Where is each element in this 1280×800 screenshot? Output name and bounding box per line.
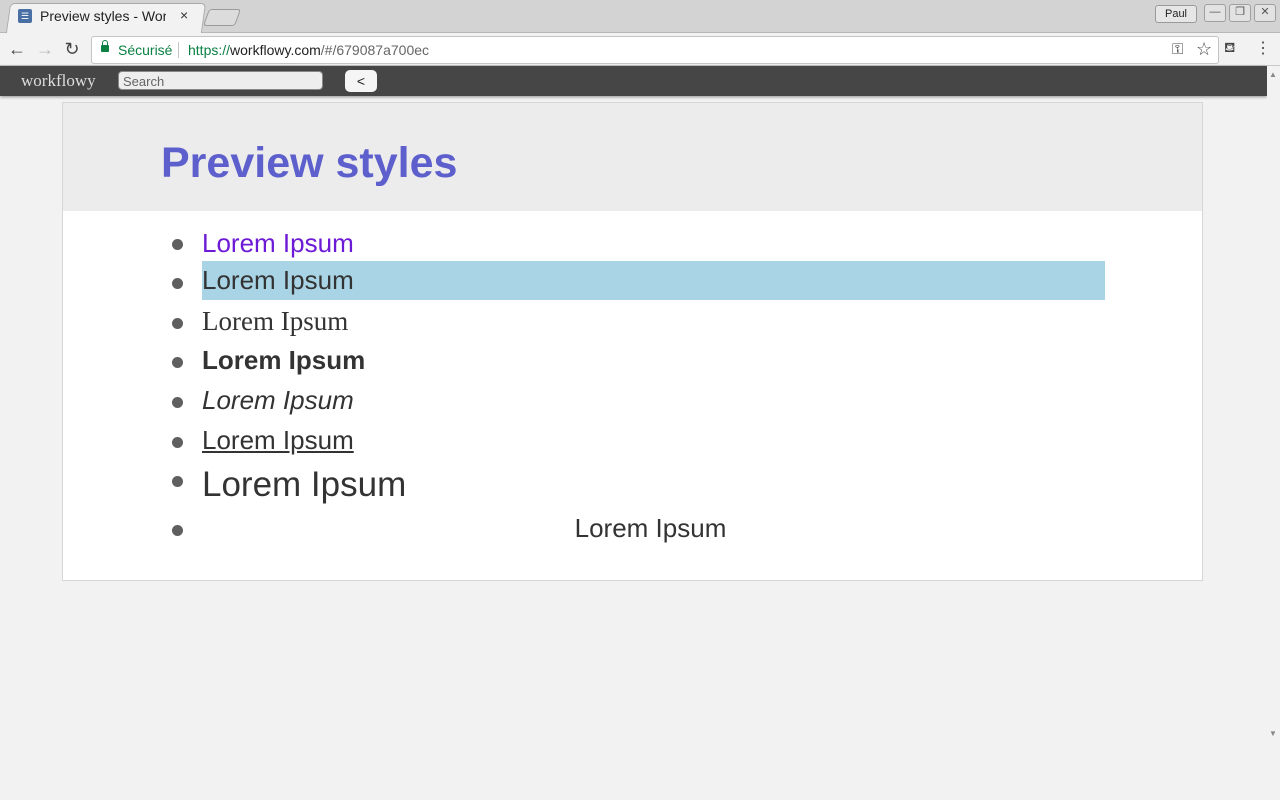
bullet-icon[interactable]	[172, 397, 183, 408]
address-bar[interactable]: Sécurisé https://workflowy.com/#/679087a…	[91, 36, 1219, 64]
workflowy-logo[interactable]: workflowy	[21, 71, 96, 91]
list-item[interactable]: Lorem Ipsum	[202, 465, 406, 505]
list-item[interactable]: Lorem Ipsum	[202, 261, 1105, 300]
list-item[interactable]: Lorem Ipsum	[202, 228, 354, 259]
list-item[interactable]: Lorem Ipsum	[202, 306, 348, 337]
list-item[interactable]: Lorem Ipsum	[202, 425, 354, 456]
bookmark-star-icon[interactable]: ☆	[1196, 39, 1212, 60]
user-profile-button[interactable]: Paul	[1155, 5, 1197, 23]
bullet-icon[interactable]	[172, 476, 183, 487]
bullet-icon[interactable]	[172, 437, 183, 448]
forward-arrow-icon[interactable]: →	[34, 38, 56, 60]
divider	[178, 42, 179, 58]
restore-button[interactable]: ❐	[1229, 4, 1251, 22]
new-tab-button[interactable]	[202, 9, 242, 26]
page-header: Preview styles	[63, 103, 1202, 211]
scrollbar[interactable]	[1267, 66, 1280, 740]
extension-icon[interactable]: ⛾	[1224, 39, 1235, 58]
scroll-up-icon[interactable]: ▲	[1269, 70, 1277, 79]
minimize-button[interactable]: —	[1204, 4, 1226, 22]
tab-content[interactable]: ☰ Preview styles - Workflowy	[18, 8, 166, 24]
app-header: workflowy Search <	[0, 66, 1267, 96]
bullet-icon[interactable]	[172, 357, 183, 368]
list-item[interactable]: Lorem Ipsum	[202, 385, 354, 416]
tab-title[interactable]: Preview styles - Workflowy	[40, 8, 166, 24]
secure-label: Sécurisé	[118, 42, 173, 58]
scroll-down-icon[interactable]: ▼	[1269, 729, 1277, 738]
bullet-icon[interactable]	[172, 318, 183, 329]
bullet-icon[interactable]	[172, 239, 183, 250]
page-title[interactable]: Preview styles	[161, 139, 457, 188]
close-window-button[interactable]: ✕	[1254, 4, 1276, 22]
url-scheme: https://	[188, 42, 231, 58]
reload-icon[interactable]: ↻	[61, 38, 83, 60]
list-item[interactable]: Lorem Ipsum	[202, 513, 1099, 544]
url-path: /#/679087a700ec	[320, 42, 430, 58]
back-arrow-icon[interactable]: ←	[6, 38, 28, 60]
bullet-icon[interactable]	[172, 525, 183, 536]
workflowy-favicon-icon: ☰	[18, 9, 32, 23]
url-host: workflowy.com	[230, 42, 321, 58]
list-item[interactable]: Lorem Ipsum	[202, 345, 365, 376]
bullet-icon[interactable]	[172, 278, 183, 289]
url-text[interactable]: https://workflowy.com/#/679087a700ec	[188, 42, 429, 58]
key-icon[interactable]: ⚿	[1172, 41, 1183, 58]
back-button[interactable]: <	[345, 70, 377, 92]
browser-menu-icon[interactable]: ⋮	[1255, 38, 1271, 58]
tab-strip: ☰ Preview styles - Workflowy × Paul — ❐ …	[0, 0, 1280, 33]
lock-icon	[101, 40, 109, 52]
search-input[interactable]: Search	[118, 71, 323, 90]
document-page: Preview styles Lorem Ipsum Lorem Ipsum L…	[62, 102, 1203, 581]
tab-close-icon[interactable]: ×	[180, 7, 188, 23]
browser-toolbar: ← → ↻ Sécurisé https://workflowy.com/#/6…	[0, 33, 1280, 66]
